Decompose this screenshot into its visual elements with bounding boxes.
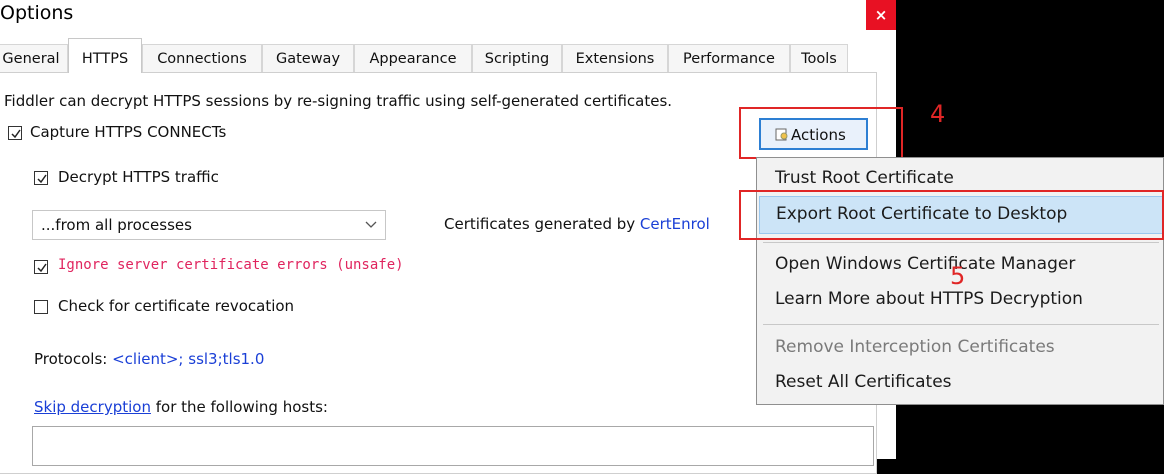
intro-text: Fiddler can decrypt HTTPS sessions by re…	[4, 92, 673, 110]
step4-label: 4	[930, 100, 946, 128]
step5-highlight-box	[739, 190, 1164, 240]
skip-decryption-link[interactable]: Skip decryption	[34, 398, 151, 416]
capture-https-checkbox[interactable]	[8, 126, 22, 140]
menu-item-reset-all[interactable]: Reset All Certificates	[775, 372, 952, 392]
tab-scripting[interactable]: Scripting	[472, 44, 562, 72]
revocation-label: Check for certificate revocation	[58, 297, 295, 315]
step5-label: 5	[950, 262, 966, 290]
tab-connections[interactable]: Connections	[142, 44, 262, 72]
decrypt-https-label: Decrypt HTTPS traffic	[58, 168, 219, 186]
tab-tools[interactable]: Tools	[790, 44, 848, 72]
title-bar: Options ×	[0, 0, 896, 34]
cert-generator-prefix: Certificates generated by	[444, 215, 640, 233]
menu-item-remove-interception[interactable]: Remove Interception Certificates	[775, 337, 1055, 357]
menu-item-trust-root[interactable]: Trust Root Certificate	[775, 168, 954, 188]
ignore-errors-checkbox[interactable]	[34, 260, 48, 274]
close-button[interactable]: ×	[866, 0, 896, 30]
capture-https-label: Capture HTTPS CONNECTs	[30, 123, 227, 141]
process-filter-value: ...from all processes	[41, 216, 192, 234]
menu-item-open-cert-manager[interactable]: Open Windows Certificate Manager	[775, 254, 1075, 274]
window-title: Options	[0, 2, 74, 24]
menu-separator	[763, 324, 1159, 325]
skip-hosts-textarea[interactable]	[32, 426, 874, 466]
skip-decryption-text: Skip decryption for the following hosts:	[34, 398, 328, 416]
tab-general[interactable]: General	[0, 44, 68, 72]
tab-extensions[interactable]: Extensions	[562, 44, 668, 72]
chevron-down-icon	[365, 221, 377, 228]
skip-decryption-suffix: for the following hosts:	[150, 398, 328, 416]
tab-performance[interactable]: Performance	[668, 44, 790, 72]
cert-generator-text: Certificates generated by CertEnrol	[444, 215, 710, 233]
revocation-checkbox[interactable]	[34, 300, 48, 314]
menu-separator	[763, 242, 1159, 243]
certenroll-link[interactable]: CertEnrol	[640, 215, 710, 233]
protocols-text: Protocols: <client>; ssl3;tls1.0	[34, 350, 264, 368]
decrypt-https-checkbox[interactable]	[34, 171, 48, 185]
step4-highlight-box	[739, 107, 903, 159]
tab-https[interactable]: HTTPS	[68, 38, 142, 73]
tab-appearance[interactable]: Appearance	[354, 44, 472, 72]
ignore-errors-label: Ignore server certificate errors (unsafe…	[58, 257, 404, 273]
protocols-label: Protocols:	[34, 350, 113, 368]
process-filter-select[interactable]: ...from all processes	[32, 210, 386, 240]
tab-strip: General HTTPS Connections Gateway Appear…	[0, 38, 896, 73]
menu-item-learn-more[interactable]: Learn More about HTTPS Decryption	[775, 289, 1083, 309]
protocols-link[interactable]: <client>; ssl3;tls1.0	[112, 350, 264, 368]
tab-gateway[interactable]: Gateway	[262, 44, 354, 72]
